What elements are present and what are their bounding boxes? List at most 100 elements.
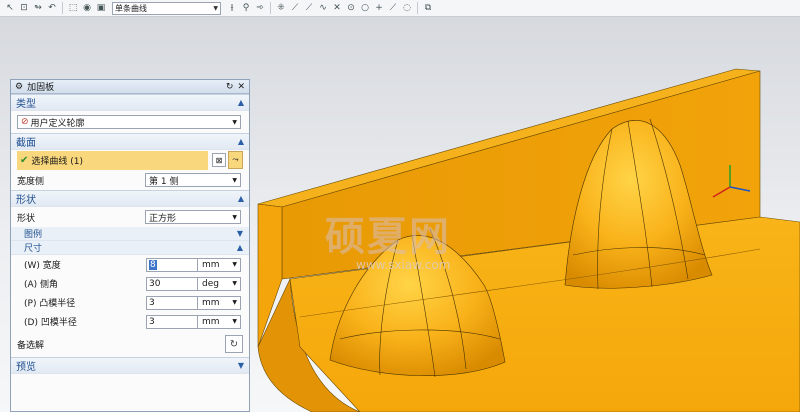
line-snap-icon[interactable]: ⟋ <box>289 2 301 14</box>
type-icon: ⊘ <box>21 117 29 127</box>
chevron-up-icon: ▲ <box>237 98 244 107</box>
chevron-up-icon: ▲ <box>236 243 243 252</box>
curve-rule-value: 单条曲线 <box>115 3 147 13</box>
chevron-up-icon: ▲ <box>237 194 244 203</box>
section-section-header[interactable]: 截面 ▲ <box>11 133 249 150</box>
legend-label: 图例 <box>24 230 43 240</box>
section-type-label: 类型 <box>16 99 36 110</box>
dimension-label: (W) 宽度 <box>24 261 61 271</box>
view-orient-icon[interactable]: ◉ <box>81 2 93 14</box>
alternate-solution-label: 备选解 <box>17 340 45 351</box>
width-side-value: 第 1 侧 <box>149 176 179 187</box>
shape-row: 形状 正方形 ▼ <box>11 207 249 227</box>
type-row: ⊘ 用户定义轮廓 ▼ <box>11 111 249 133</box>
chevron-down-icon: ▼ <box>232 299 237 306</box>
section-section-label: 截面 <box>16 138 36 149</box>
die-radius-unit-select[interactable]: mm ▼ <box>198 314 241 329</box>
curve-icon: ⤳ <box>232 155 239 164</box>
punch-radius-unit-select[interactable]: mm ▼ <box>198 295 241 310</box>
rectangle-select-icon[interactable]: ⬚ <box>67 2 79 14</box>
undo-selection-icon[interactable]: ↶ <box>46 2 58 14</box>
stiffener-dialog: ⚙ 加固板 ↻ ✕ 类型 ▲ ⊘ 用户定义轮廓 ▼ 截面 ▲ ✔ 选择曲线 (1… <box>10 79 250 412</box>
dimension-row-width: (W) 宽度 8 mm ▼ <box>11 255 249 274</box>
chevron-down-icon: ▼ <box>232 280 237 287</box>
angle-input[interactable]: 30 <box>146 276 198 291</box>
snap-point-icon[interactable]: ⊡ <box>18 2 30 14</box>
dialog-title-bar: ⚙ 加固板 ↻ ✕ <box>11 80 249 94</box>
arc-center-icon[interactable]: ⊙ <box>345 2 357 14</box>
dimension-label: (P) 凸模半径 <box>24 299 76 309</box>
section-type-header[interactable]: 类型 ▲ <box>11 94 249 111</box>
alternate-solution-row: 备选解 ↻ <box>11 331 249 357</box>
legend-subheader[interactable]: 图例 ▼ <box>11 227 249 241</box>
alternate-solution-button[interactable]: ↻ <box>225 335 243 353</box>
cycle-icon: ↻ <box>229 338 239 350</box>
width-side-label: 宽度侧 <box>17 176 45 187</box>
angle-value: 30 <box>149 278 161 289</box>
intersect-icon[interactable]: ⫲ <box>226 2 238 14</box>
width-unit-select[interactable]: mm ▼ <box>198 257 241 272</box>
dimension-row-die-radius: (D) 凹模半径 3 mm ▼ <box>11 312 249 331</box>
type-value: 用户定义轮廓 <box>30 118 85 129</box>
chevron-down-icon: ▼ <box>232 176 237 184</box>
tangent-curve-icon[interactable]: ↬ <box>32 2 44 14</box>
shape-value: 正方形 <box>149 213 177 224</box>
type-select[interactable]: ⊘ 用户定义轮廓 ▼ <box>17 115 241 129</box>
reset-icon[interactable]: ↻ <box>226 82 234 92</box>
dimension-label: (D) 凹模半径 <box>24 318 77 328</box>
curve-select-button[interactable]: ⤳ <box>228 151 243 169</box>
on-surface-icon[interactable]: ◌ <box>401 2 413 14</box>
selection-filter-icon[interactable]: ↖ <box>4 2 16 14</box>
chevron-down-icon: ▼ <box>232 318 237 325</box>
arrow-right-icon[interactable]: ➾ <box>254 2 266 14</box>
unit-value: mm <box>202 259 220 270</box>
curve-snap-icon[interactable]: ∿ <box>317 2 329 14</box>
width-side-row: 宽度侧 第 1 侧 ▼ <box>11 170 249 190</box>
chevron-down-icon: ▼ <box>232 213 237 221</box>
section-shape-label: 形状 <box>16 195 36 206</box>
existing-point-icon[interactable]: + <box>373 2 385 14</box>
chevron-up-icon: ▲ <box>237 137 244 146</box>
section-shape-header[interactable]: 形状 ▲ <box>11 190 249 207</box>
unit-value: mm <box>202 297 220 308</box>
sketch-icon: ⊠ <box>215 155 223 165</box>
width-value: 8 <box>149 259 157 270</box>
gear-icon: ⚙ <box>15 81 24 92</box>
cube-view-icon[interactable]: ▣ <box>95 2 107 14</box>
chevron-down-icon: ▼ <box>237 361 244 370</box>
size-subheader[interactable]: 尺寸 ▲ <box>11 241 249 255</box>
section-preview-header[interactable]: 预览 ▼ <box>11 357 249 374</box>
shape-label: 形状 <box>17 213 36 224</box>
shape-select[interactable]: 正方形 ▼ <box>145 210 241 224</box>
dimension-row-punch-radius: (P) 凸模半径 3 mm ▼ <box>11 293 249 312</box>
top-toolbar: ↖ ⊡ ↬ ↶ ⬚ ◉ ▣ 单条曲线 ▼ ⫲ ⚲ ➾ ⁜ ⟋ ⟋ ∿ ✕ ⊙ ○… <box>0 0 800 17</box>
chevron-down-icon: ▼ <box>232 261 237 268</box>
quadrant-icon[interactable]: ○ <box>359 2 371 14</box>
die-radius-input[interactable]: 3 <box>146 314 198 329</box>
close-icon[interactable]: ✕ <box>237 82 245 92</box>
dimension-label: (A) 侧角 <box>24 280 59 290</box>
chevron-down-icon: ▼ <box>232 118 237 126</box>
size-label: 尺寸 <box>24 244 43 254</box>
line-end-icon[interactable]: ⟋ <box>303 2 315 14</box>
section-preview-label: 预览 <box>16 362 36 373</box>
dimension-row-angle: (A) 侧角 30 deg ▼ <box>11 274 249 293</box>
select-curve-label: 选择曲线 (1) <box>31 156 84 167</box>
point-snap-icon[interactable]: ⁜ <box>275 2 287 14</box>
width-side-select[interactable]: 第 1 侧 ▼ <box>145 173 241 187</box>
toolbar-divider <box>270 2 271 14</box>
on-curve-icon[interactable]: ⟋ <box>387 2 399 14</box>
punch-radius-input[interactable]: 3 <box>146 295 198 310</box>
sketch-section-button[interactable]: ⊠ <box>212 153 226 167</box>
layer-filter-icon[interactable]: ⧉ <box>422 2 434 14</box>
unit-value: deg <box>202 278 219 289</box>
width-input[interactable]: 8 <box>146 257 198 272</box>
unit-value: mm <box>202 316 220 327</box>
intersection-snap-icon[interactable]: ✕ <box>331 2 343 14</box>
angle-unit-select[interactable]: deg ▼ <box>198 276 241 291</box>
path-icon[interactable]: ⚲ <box>240 2 252 14</box>
curve-rule-select[interactable]: 单条曲线 ▼ <box>112 1 221 15</box>
select-curve-field[interactable]: ✔ 选择曲线 (1) <box>17 150 208 170</box>
chevron-down-icon: ▼ <box>213 4 218 12</box>
select-curve-row: ✔ 选择曲线 (1) ⊠ ⤳ <box>11 150 249 170</box>
